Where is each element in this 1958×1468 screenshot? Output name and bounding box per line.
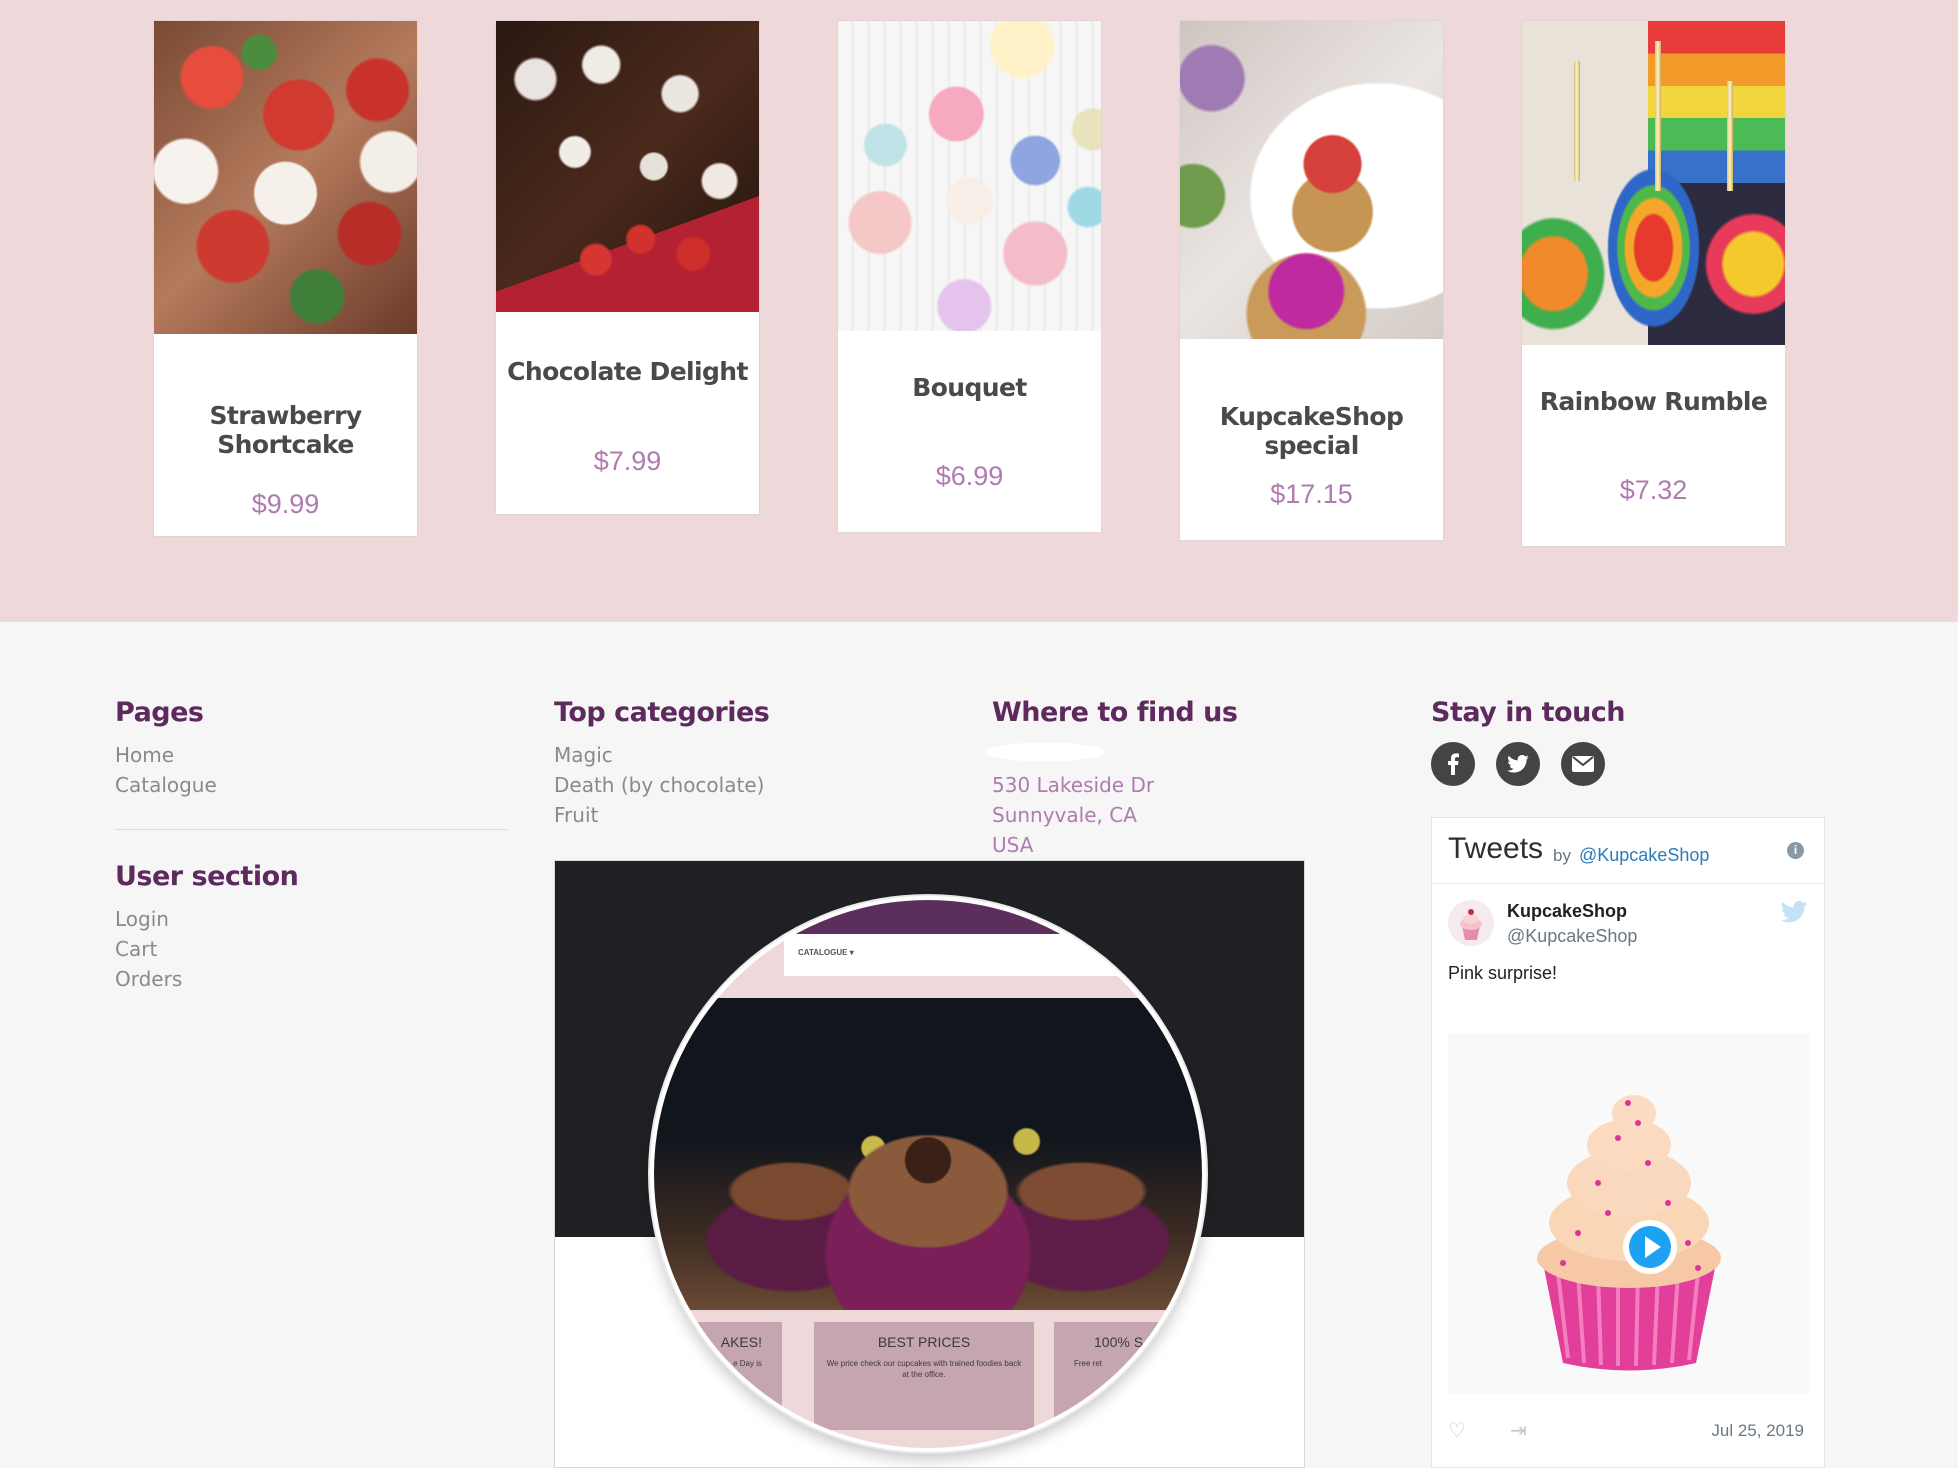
product-name[interactable]: Strawberry Shortcake bbox=[154, 401, 417, 459]
preview-band bbox=[654, 976, 1202, 998]
tweet-author-handle[interactable]: @KupcakeShop bbox=[1507, 926, 1637, 947]
candle bbox=[1727, 81, 1733, 191]
product-card[interactable]: KupcakeShop special $17.15 bbox=[1179, 20, 1444, 541]
product-price: $6.99 bbox=[935, 461, 1004, 491]
tweet-date[interactable]: Jul 25, 2019 bbox=[1711, 1421, 1804, 1441]
tweet-video[interactable] bbox=[1448, 1033, 1810, 1393]
twitter-title: Tweets bbox=[1448, 832, 1544, 865]
footer-divider bbox=[115, 829, 507, 830]
product-price: $17.15 bbox=[1270, 479, 1353, 509]
twitter-by: by bbox=[1553, 846, 1571, 865]
redacted-line bbox=[975, 741, 1115, 763]
candle bbox=[1655, 41, 1661, 191]
facebook-icon[interactable] bbox=[1431, 742, 1475, 786]
share-icon[interactable]: ⇥ bbox=[1510, 1418, 1527, 1443]
product-name[interactable]: Chocolate Delight bbox=[496, 357, 759, 386]
twitter-timeline: Tweets by @KupcakeShop i KupcakeShop @Ku… bbox=[1431, 817, 1825, 1468]
product-image[interactable] bbox=[154, 21, 417, 334]
category-link-magic[interactable]: Magic bbox=[554, 743, 613, 767]
address-line-city[interactable]: Sunnyvale, CA bbox=[992, 803, 1137, 827]
product-image[interactable] bbox=[838, 21, 1101, 331]
preview-tile: BEST PRICES We price check our cupcakes … bbox=[814, 1322, 1034, 1430]
candle bbox=[1574, 61, 1580, 181]
category-link-fruit[interactable]: Fruit bbox=[554, 803, 598, 827]
product-name[interactable]: Bouquet bbox=[838, 373, 1101, 402]
product-name[interactable]: Rainbow Rumble bbox=[1522, 387, 1785, 416]
preview-tile-title: AKES! bbox=[720, 1334, 762, 1350]
preview-tile: 100% S GI Free ret bbox=[1054, 1322, 1202, 1430]
user-section-heading: User section bbox=[115, 861, 299, 892]
footer-link-home[interactable]: Home bbox=[115, 743, 174, 767]
product-price: $9.99 bbox=[251, 489, 320, 519]
product-strip: Strawberry Shortcake $9.99 Chocolate Del… bbox=[0, 0, 1958, 622]
twitter-icon[interactable] bbox=[1496, 742, 1540, 786]
address-line-country[interactable]: USA bbox=[992, 833, 1033, 857]
like-heart-icon[interactable]: ♡ bbox=[1448, 1418, 1466, 1443]
magnifier-lens: CATALOGUE ▾ AKES! e Day is BEST PRICES W… bbox=[650, 896, 1206, 1452]
product-image[interactable] bbox=[496, 21, 759, 312]
preview-topbar bbox=[654, 900, 1202, 934]
preview-tile-desc: We price check our cupcakes with trained… bbox=[826, 1359, 1022, 1379]
twitter-handle-link[interactable]: @KupcakeShop bbox=[1579, 845, 1709, 866]
preview-hero-image bbox=[654, 998, 1202, 1310]
tweet-author-name[interactable]: KupcakeShop bbox=[1507, 901, 1627, 922]
product-card[interactable]: Chocolate Delight $7.99 bbox=[495, 20, 760, 515]
product-price: $7.32 bbox=[1619, 475, 1688, 505]
preview-tile-title: BEST PRICES bbox=[877, 1334, 971, 1350]
email-icon[interactable] bbox=[1561, 742, 1605, 786]
footer-link-orders[interactable]: Orders bbox=[115, 967, 182, 991]
play-button[interactable] bbox=[1623, 1220, 1677, 1274]
tweet-text: Pink surprise! bbox=[1448, 963, 1558, 983]
avatar[interactable] bbox=[1448, 900, 1494, 946]
stay-in-touch-heading: Stay in touch bbox=[1431, 697, 1626, 728]
info-icon[interactable]: i bbox=[1787, 842, 1804, 859]
preview-tile: AKES! e Day is bbox=[654, 1322, 782, 1430]
location-heading: Where to find us bbox=[992, 697, 1238, 728]
address-line-street[interactable]: 530 Lakeside Dr bbox=[992, 773, 1154, 797]
preview-nav-catalogue: CATALOGUE ▾ bbox=[798, 948, 854, 957]
pages-heading: Pages bbox=[115, 697, 204, 728]
footer-link-catalogue[interactable]: Catalogue bbox=[115, 773, 217, 797]
product-card[interactable]: Strawberry Shortcake $9.99 bbox=[153, 20, 418, 537]
product-card[interactable]: Bouquet $6.99 bbox=[837, 20, 1102, 533]
categories-heading: Top categories bbox=[554, 697, 770, 728]
preview-tile-desc: Free ret bbox=[1074, 1359, 1103, 1368]
product-card[interactable]: Rainbow Rumble $7.32 bbox=[1521, 20, 1786, 547]
cupcake-image bbox=[1537, 1095, 1721, 1371]
twitter-bird-icon[interactable] bbox=[1780, 901, 1808, 923]
product-price: $7.99 bbox=[593, 446, 662, 476]
product-image[interactable] bbox=[1522, 21, 1785, 345]
twitter-header: Tweets by @KupcakeShop i bbox=[1432, 818, 1824, 884]
product-image[interactable] bbox=[1180, 21, 1443, 339]
product-name[interactable]: KupcakeShop special bbox=[1180, 402, 1443, 460]
footer-link-cart[interactable]: Cart bbox=[115, 937, 157, 961]
footer-link-login[interactable]: Login bbox=[115, 907, 169, 931]
category-link-death-by-chocolate[interactable]: Death (by chocolate) bbox=[554, 773, 764, 797]
preview-navbar: CATALOGUE ▾ bbox=[784, 934, 1162, 976]
preview-tile-title: 100% S GI bbox=[1094, 1334, 1162, 1350]
preview-tile-desc: e Day is bbox=[733, 1359, 762, 1368]
